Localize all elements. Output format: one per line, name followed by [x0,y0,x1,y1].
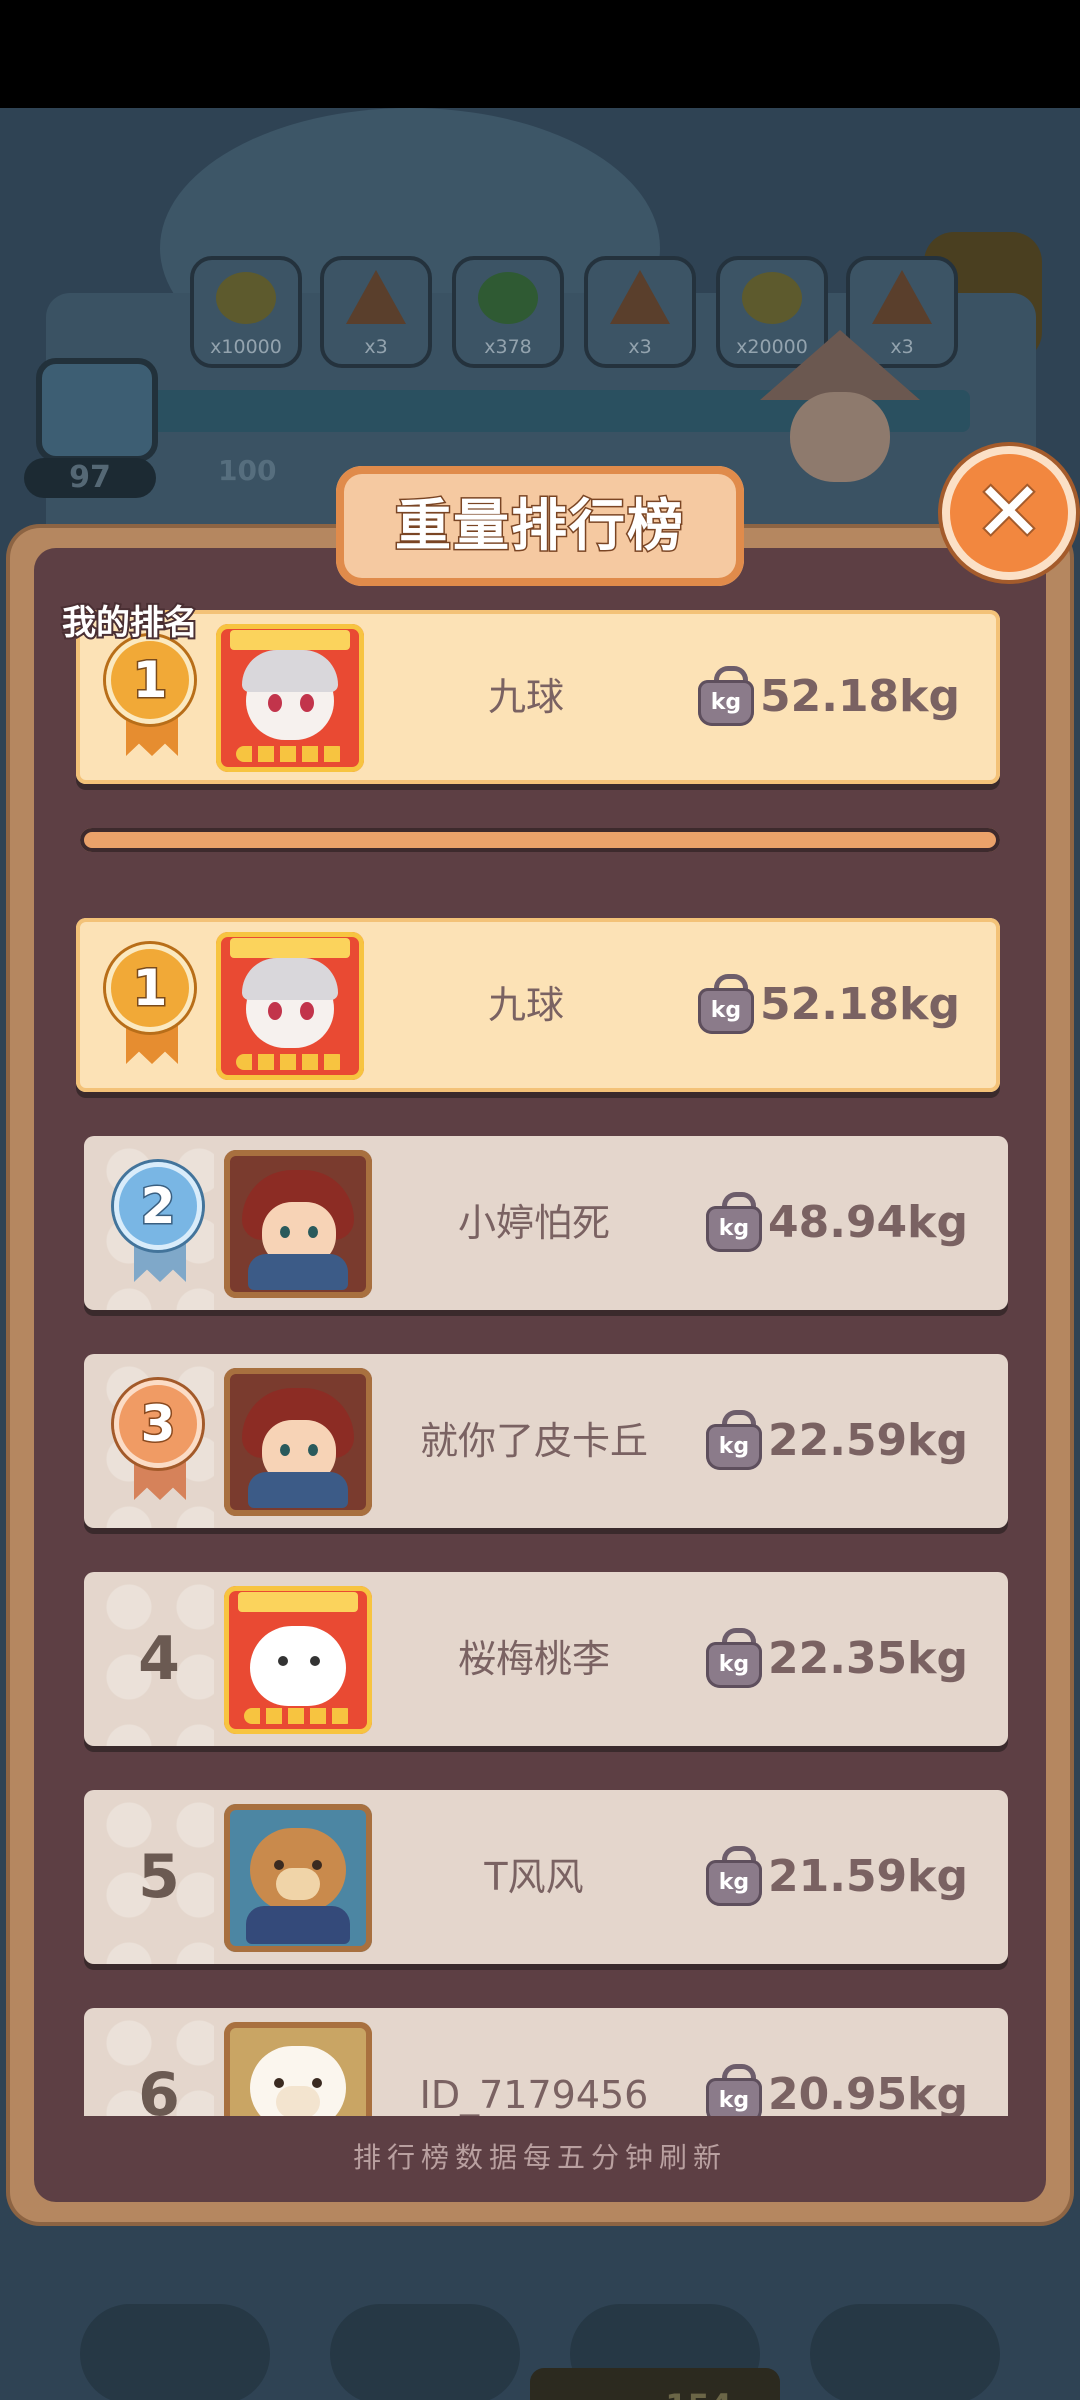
rank-number: 4 [138,1624,180,1694]
reward-count: x378 [484,336,532,358]
player-weight: 52.18kg [760,671,960,722]
reward-slot: x378 [452,256,564,368]
rank-number: 2 [139,1176,177,1237]
avatar[interactable] [224,1368,372,1516]
my-rank-label: 我的排名 [60,601,200,645]
kg-label: kg [718,2088,750,2113]
leaderboard-row[interactable]: 1 九球 kg 52.18kg [76,918,1000,1092]
player-name: 九球 [487,983,564,1027]
leaderboard-row[interactable]: 4 桜梅桃李 kg 22.35kg [84,1572,1008,1746]
player-weight: 22.35kg [768,1633,968,1684]
kg-label: kg [718,1652,750,1677]
kg-label: kg [718,1216,750,1241]
player-weight: 48.94kg [768,1197,968,1248]
level-marker: 100 [218,454,277,487]
player-name: 小婷怕死 [457,1201,610,1245]
close-icon: ✕ [973,463,1046,562]
leaderboard-row[interactable]: 6 ID_7179456 kg 20.95kg [84,2008,1008,2116]
gold-medal-icon: 1 [102,636,202,756]
silver-medal-icon: 2 [110,1162,210,1282]
player-name: 桜梅桃李 [457,1637,610,1681]
weight-bag-icon: kg [706,1192,762,1252]
avatar[interactable] [224,1804,372,1952]
clock-icon [478,272,538,324]
avatar[interactable] [224,1586,372,1734]
player-weight: 21.59kg [768,1851,968,1902]
reward-slot: x10000 [190,256,302,368]
player-name: ID_7179456 [419,2073,649,2116]
weight-bag-icon: kg [706,1846,762,1906]
avatar[interactable] [224,1150,372,1298]
close-button[interactable]: ✕ [950,454,1068,572]
bottom-nav-button[interactable] [330,2304,520,2400]
page-title: 重量排行榜 [394,493,685,561]
weight-bag-icon: kg [706,2064,762,2116]
rice-dumpling-icon [872,270,932,324]
rice-dumpling-icon [346,270,406,324]
kg-label: kg [710,998,742,1023]
weight-bag-icon: kg [706,1410,762,1470]
weight-bag-icon: kg [698,666,754,726]
player-name: T风风 [484,1855,584,1899]
reward-slot: x3 [584,256,696,368]
bottom-nav-button[interactable] [810,2304,1000,2400]
rank-number: 6 [138,2060,180,2116]
bottom-nav-button[interactable] [80,2304,270,2400]
rank-number: 1 [131,650,169,711]
leaderboard-row[interactable]: 2 小婷怕死 kg 48.94kg [84,1136,1008,1310]
rank-number: 5 [138,1842,180,1912]
reward-count: x3 [364,336,388,358]
player-name: 九球 [487,675,564,719]
weight-bag-icon: kg [698,974,754,1034]
bronze-medal-icon: 3 [110,1380,210,1500]
player-weight: 20.95kg [768,2069,968,2116]
section-divider [80,828,1000,852]
refresh-note: 排行榜数据每五分钟刷新 [352,2141,727,2174]
leaderboard-row[interactable]: 3 就你了皮卡丘 kg 22.59kg [84,1354,1008,1528]
kg-label: kg [718,1870,750,1895]
rice-dumpling-icon [610,270,670,324]
player-weight: 22.59kg [768,1415,968,1466]
coin-balance: 154 [530,2368,780,2400]
player-weight: 52.18kg [760,979,960,1030]
rank-number: 1 [131,958,169,1019]
reward-slot: x3 [320,256,432,368]
leaderboard-title-tab: 重量排行榜 [336,466,744,586]
leaderboard-list[interactable]: 1 九球 kg 52.18kg 2 小婷怕死 kg 48.94kg 3 就你了皮… [34,900,1046,2116]
coin-icon [742,272,802,324]
coin-icon [216,272,276,324]
kg-label: kg [710,690,742,715]
rank-number: 3 [139,1394,177,1455]
gold-medal-icon: 1 [102,944,202,1064]
tv-icon[interactable] [36,358,158,462]
player-name: 就你了皮卡丘 [419,1419,648,1463]
weight-bag-icon: kg [706,1628,762,1688]
avatar[interactable] [216,932,364,1080]
reward-count: x10000 [210,336,282,358]
status-bar [0,0,1080,108]
avatar[interactable] [224,2022,372,2116]
current-level: 97 [24,458,156,498]
leaderboard-row[interactable]: 5 T风风 kg 21.59kg [84,1790,1008,1964]
my-rank-row[interactable]: 1 九球 kg 52.18kg [76,610,1000,784]
avatar[interactable] [216,624,364,772]
reward-count: x3 [628,336,652,358]
kg-label: kg [718,1434,750,1459]
farmer-character [760,330,920,550]
